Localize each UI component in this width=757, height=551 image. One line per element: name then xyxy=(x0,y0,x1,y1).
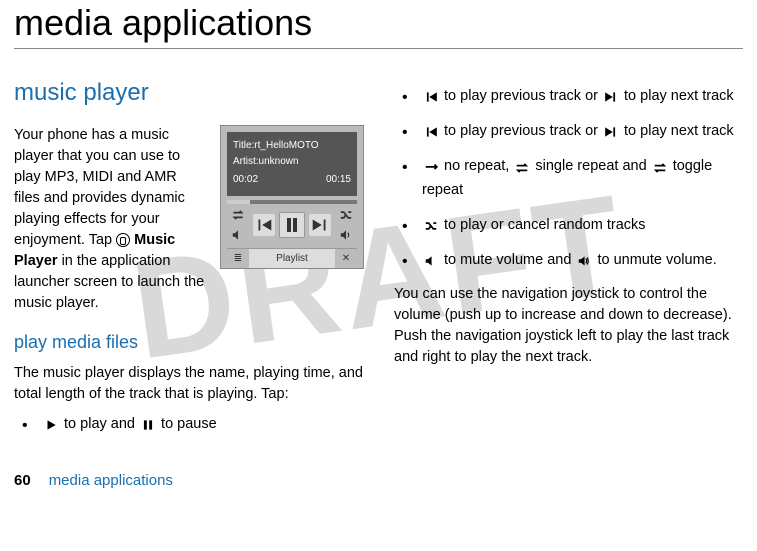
mute-icon xyxy=(422,253,440,267)
bullet-playpause-b: to pause xyxy=(161,416,217,432)
single-repeat-icon xyxy=(513,160,531,174)
phone-progress-bar[interactable] xyxy=(227,200,357,204)
intro-part1: Your phone has a music player that you c… xyxy=(14,127,185,248)
next-track-icon xyxy=(602,89,620,103)
music-player-app-icon xyxy=(116,233,130,247)
pause-icon xyxy=(139,417,157,431)
page-number: 60 xyxy=(14,472,31,489)
next-track-icon[interactable] xyxy=(309,214,331,236)
prev-track-icon[interactable] xyxy=(253,214,275,236)
phone-artist-line: Artist:unknown xyxy=(233,154,351,170)
bullet-prevnext-2a: to play previous track or xyxy=(444,123,602,139)
bullet-prevnext-1a: to play previous track or xyxy=(444,88,602,104)
phone-title-line: Title:rt_HelloMOTO xyxy=(233,138,351,154)
phone-time-total: 00:15 xyxy=(326,172,351,188)
intro-paragraph: Your phone has a music player that you c… xyxy=(14,125,206,314)
bullet-repeat: no repeat, single repeat and toggle repe… xyxy=(394,155,743,201)
unmute-icon xyxy=(575,253,593,267)
phone-bottombar: ≣ Playlist ✕ xyxy=(227,248,357,268)
bullet-prev-next-2: to play previous track or to play next t… xyxy=(394,120,743,143)
bullet-prevnext-2b: to play next track xyxy=(624,123,734,139)
bullet-shuffle: to play or cancel random tracks xyxy=(394,214,743,237)
prev-track-icon xyxy=(422,124,440,138)
left-column: music player Your phone has a music play… xyxy=(14,79,364,448)
phone-nowplaying-info: Title:rt_HelloMOTO Artist:unknown 00:02 … xyxy=(227,132,357,196)
footer-label: media applications xyxy=(49,472,173,489)
shuffle-icon xyxy=(422,218,440,232)
bullet-playpause-a: to play and xyxy=(64,416,139,432)
bullet-shuffle-text: to play or cancel random tracks xyxy=(444,217,645,233)
toggle-repeat-icon xyxy=(651,160,669,174)
page-footer: 60 media applications xyxy=(14,472,743,489)
bullet-prevnext-1b: to play next track xyxy=(624,88,734,104)
repeat-icon[interactable] xyxy=(231,208,245,222)
page-title: media applications xyxy=(14,2,743,44)
music-player-heading: music player xyxy=(14,79,364,107)
next-track-icon xyxy=(602,124,620,138)
right-column: to play previous track or to play next t… xyxy=(394,79,743,448)
title-rule xyxy=(14,48,743,49)
right-controls-list: to play previous track or to play next t… xyxy=(394,85,743,272)
two-column-layout: music player Your phone has a music play… xyxy=(14,79,743,448)
shuffle-icon[interactable] xyxy=(339,208,353,222)
speaker-on-icon[interactable] xyxy=(339,228,353,242)
bullet-mute: to mute volume and to unmute volume. xyxy=(394,249,743,272)
bullet-mute-b: to unmute volume. xyxy=(597,252,716,268)
play-icon xyxy=(42,417,60,431)
bullet-play-pause: to play and to pause xyxy=(14,413,364,436)
bullet-repeat-a: no repeat, xyxy=(444,158,513,174)
phone-controls xyxy=(227,204,357,246)
bullet-prev-next-1: to play previous track or to play next t… xyxy=(394,85,743,108)
pause-icon[interactable] xyxy=(279,212,305,238)
bullet-mute-a: to mute volume and xyxy=(444,252,575,268)
play-media-files-heading: play media files xyxy=(14,332,364,353)
no-repeat-icon xyxy=(422,160,440,174)
phone-player-mock: Title:rt_HelloMOTO Artist:unknown 00:02 … xyxy=(220,125,364,269)
phone-time-elapsed: 00:02 xyxy=(233,172,258,188)
close-icon[interactable]: ✕ xyxy=(335,249,357,268)
left-controls-list: to play and to pause xyxy=(14,413,364,436)
menu-icon[interactable]: ≣ xyxy=(227,249,249,268)
speaker-mute-icon[interactable] xyxy=(231,228,245,242)
closing-paragraph: You can use the navigation joystick to c… xyxy=(394,284,743,368)
play-desc: The music player displays the name, play… xyxy=(14,363,364,405)
playlist-button[interactable]: Playlist xyxy=(249,249,335,268)
bullet-repeat-b: single repeat and xyxy=(535,158,650,174)
prev-track-icon xyxy=(422,89,440,103)
